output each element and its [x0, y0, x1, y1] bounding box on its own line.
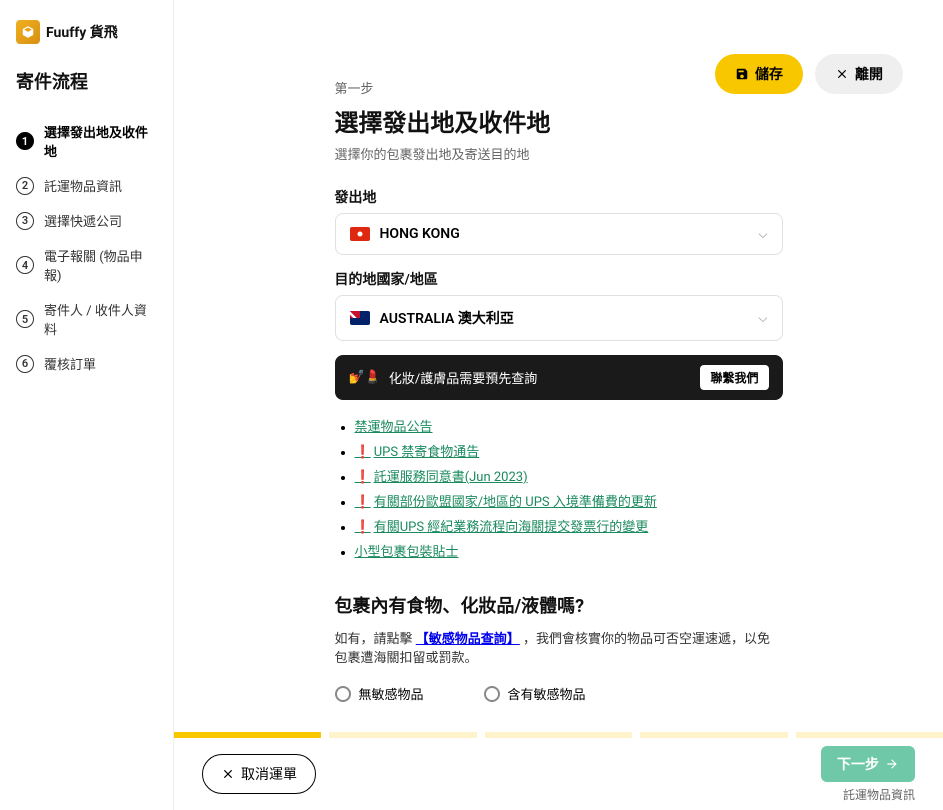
- page-subtitle: 選擇你的包裹發出地及寄送目的地: [335, 144, 783, 163]
- step-label: 覆核訂單: [44, 354, 96, 373]
- step-item-5[interactable]: 5 寄件人 / 收件人資料: [16, 292, 157, 346]
- radio-icon: [335, 686, 351, 702]
- step-label: 電子報關 (物品申報): [44, 246, 157, 284]
- radio-has-sensitive[interactable]: 含有敏感物品: [484, 684, 586, 703]
- step-number: 4: [16, 256, 34, 274]
- step-item-1[interactable]: 1 選擇發出地及收件地: [16, 114, 157, 168]
- content: 第一步 選擇發出地及收件地 選擇你的包裹發出地及寄送目的地 發出地 HONG K…: [335, 0, 783, 738]
- cancel-order-button[interactable]: 取消運單: [202, 754, 316, 794]
- save-icon: [735, 67, 749, 81]
- step-number: 1: [16, 132, 34, 150]
- step-label: 選擇快遞公司: [44, 211, 122, 230]
- save-button[interactable]: 儲存: [715, 54, 803, 94]
- footer-right: 下一步 託運物品資訊: [821, 746, 915, 803]
- step-item-2[interactable]: 2 託運物品資訊: [16, 168, 157, 203]
- step-label: 寄件人 / 收件人資料: [44, 300, 157, 338]
- sensitive-section-title: 包裹內有食物、化妝品/液體嗎?: [335, 592, 783, 618]
- main-area: 儲存 離開 第一步 選擇發出地及收件地 選擇你的包裹發出地及寄送目的地 發出地 …: [174, 0, 943, 738]
- close-icon: [221, 767, 235, 781]
- step-item-4[interactable]: 4 電子報關 (物品申報): [16, 238, 157, 292]
- contact-button[interactable]: 聯繫我們: [700, 365, 768, 390]
- notice-link-item: 有關UPS 經紀業務流程向海關提交發票行的變更: [355, 516, 783, 535]
- destination-label: 目的地國家/地區: [335, 269, 783, 289]
- notice-link[interactable]: 有關UPS 經紀業務流程向海關提交發票行的變更: [355, 520, 649, 535]
- flag-hk-icon: [350, 227, 370, 241]
- step-item-6[interactable]: 6 覆核訂單: [16, 346, 157, 381]
- step-item-3[interactable]: 3 選擇快遞公司: [16, 203, 157, 238]
- notice-link-item: 託運服務同意書(Jun 2023): [355, 466, 783, 485]
- origin-value: HONG KONG: [380, 226, 460, 242]
- notice-link[interactable]: 禁運物品公告: [355, 420, 433, 435]
- destination-value: AUSTRALIA 澳大利亞: [380, 308, 514, 328]
- step-label: 託運物品資訊: [44, 176, 122, 195]
- sensitive-inquiry-link[interactable]: 【敏感物品查詢】: [416, 632, 520, 647]
- page-title: 選擇發出地及收件地: [335, 103, 783, 138]
- step-number: 3: [16, 212, 34, 230]
- notice-link-item: UPS 禁寄食物通告: [355, 441, 783, 460]
- arrow-right-icon: [885, 757, 899, 771]
- notice-text: 化妝/護膚品需要預先查詢: [389, 368, 537, 387]
- notice-link-item: 禁運物品公告: [355, 416, 783, 435]
- chevron-down-icon: ⌵: [758, 311, 767, 326]
- chevron-down-icon: ⌵: [758, 227, 767, 242]
- links-list: 禁運物品公告 UPS 禁寄食物通告託運服務同意書(Jun 2023) 有關部份歐盟國…: [335, 416, 783, 560]
- step-list: 1 選擇發出地及收件地 2 託運物品資訊 3 選擇快遞公司 4 電子報關 (物品申報) 5 寄件人…: [16, 114, 157, 381]
- notice-link[interactable]: 小型包裹包裝貼士: [355, 545, 459, 560]
- step-number: 5: [16, 310, 34, 328]
- sidebar: Fuuffy 貨飛 寄件流程 1 選擇發出地及收件地 2 託運物品資訊 3 選擇快遞公司 4…: [0, 0, 174, 810]
- destination-select[interactable]: AUSTRALIA 澳大利亞 ⌵: [335, 295, 783, 341]
- top-actions: 儲存 離開: [715, 54, 903, 94]
- origin-select[interactable]: HONG KONG ⌵: [335, 213, 783, 255]
- next-step-hint: 託運物品資訊: [843, 786, 915, 803]
- sidebar-title: 寄件流程: [16, 68, 157, 94]
- exit-button[interactable]: 離開: [815, 54, 903, 94]
- logo: Fuuffy 貨飛: [16, 20, 157, 44]
- step-number: 2: [16, 177, 34, 195]
- step-label: 選擇發出地及收件地: [44, 122, 157, 160]
- sensitive-radio-group: 無敏感物品 含有敏感物品: [335, 684, 783, 703]
- notice-link-item: 有關部份歐盟國家/地區的 UPS 入境準備費的更新: [355, 491, 783, 510]
- notice-link[interactable]: UPS 禁寄食物通告: [355, 445, 480, 460]
- notice-link[interactable]: 託運服務同意書(Jun 2023): [355, 470, 528, 485]
- step-number: 6: [16, 355, 34, 373]
- sensitive-section-desc: 如有，請點擊 【敏感物品查詢】 ，我們會核實你的物品可否空運速遞，以免包裹遭海關…: [335, 628, 783, 666]
- logo-text: Fuuffy 貨飛: [46, 22, 118, 42]
- close-icon: [835, 67, 849, 81]
- logo-icon: [16, 20, 40, 44]
- notice-link-item: 小型包裹包裝貼士: [355, 541, 783, 560]
- radio-no-sensitive[interactable]: 無敏感物品: [335, 684, 424, 703]
- footer: 取消運單 下一步 託運物品資訊: [174, 738, 943, 810]
- cosmetics-notice: 💅💄 化妝/護膚品需要預先查詢 聯繫我們: [335, 355, 783, 400]
- origin-label: 發出地: [335, 187, 783, 207]
- notice-link[interactable]: 有關部份歐盟國家/地區的 UPS 入境準備費的更新: [355, 495, 657, 510]
- radio-icon: [484, 686, 500, 702]
- exit-label: 離開: [855, 64, 883, 84]
- cosmetics-icon: 💅💄: [349, 370, 381, 385]
- save-label: 儲存: [755, 64, 783, 84]
- flag-au-icon: [350, 311, 370, 325]
- next-button[interactable]: 下一步: [821, 746, 915, 782]
